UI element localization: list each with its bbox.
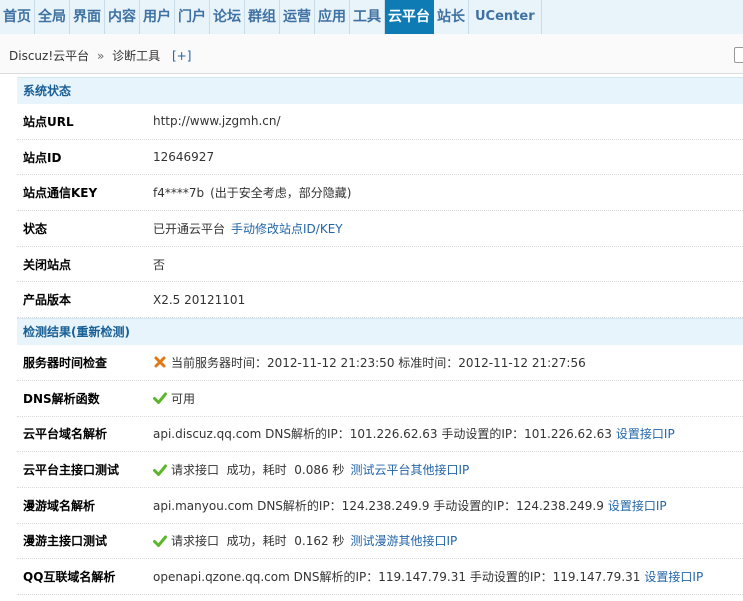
test-manyou-other-ip-link[interactable]: 测试漫游其他接口IP	[350, 532, 457, 549]
product-version-value: X2.5 20121101	[153, 292, 246, 307]
row-label: 关闭站点	[23, 257, 72, 272]
nav-webmaster[interactable]: 站长	[434, 0, 469, 34]
edit-site-id-key-link[interactable]: 手动修改站点ID/KEY	[231, 220, 343, 237]
row-label: 站点ID	[23, 150, 62, 165]
row-label: 云平台主接口测试	[23, 463, 120, 478]
site-url-value: http://www.jzgmh.cn/	[153, 114, 281, 129]
row-label: 漫游主接口测试	[23, 534, 108, 549]
nav-home[interactable]: 首页	[0, 0, 35, 34]
row-label: 云平台域名解析	[23, 427, 108, 442]
breadcrumb-root[interactable]: Discuz!云平台	[9, 49, 89, 63]
row-label: 站点通信KEY	[23, 186, 98, 201]
add-shortcut-button[interactable]: [+]	[172, 49, 191, 63]
site-closed-value: 否	[153, 257, 166, 272]
nav-global[interactable]: 全局	[35, 0, 70, 34]
breadcrumb-bar: Discuz!云平台 » 诊断工具 [+]	[0, 34, 743, 74]
set-manyou-api-ip-link[interactable]: 设置接口IP	[608, 497, 667, 514]
row-label: DNS解析函数	[23, 391, 100, 406]
dns-function-value: 可用	[171, 391, 196, 406]
status-value: 已开通云平台	[153, 221, 226, 236]
nav-apps[interactable]: 应用	[315, 0, 350, 34]
row-status: 状态 已开通云平台 手动修改站点ID/KEY	[17, 211, 743, 247]
row-server-time: 服务器时间检查 当前服务器时间：2012-11-12 21:23:50 标准时间…	[17, 345, 743, 381]
row-label: 产品版本	[23, 293, 72, 308]
nav-users[interactable]: 用户	[140, 0, 175, 34]
row-label: 站点URL	[23, 114, 74, 129]
row-site-id: 站点ID 12646927	[17, 140, 743, 176]
row-site-closed: 关闭站点 否	[17, 247, 743, 283]
site-key-value: f4****7b	[153, 185, 205, 200]
server-time-value: 当前服务器时间：2012-11-12 21:23:50 标准时间：2012-11…	[171, 355, 586, 370]
row-label: QQ互联域名解析	[23, 570, 116, 585]
nav-interface[interactable]: 界面	[70, 0, 105, 34]
nav-portal[interactable]: 门户	[175, 0, 210, 34]
section-header-check-results[interactable]: 检测结果(重新检测)	[17, 318, 743, 346]
row-product-version: 产品版本 X2.5 20121101	[17, 282, 743, 319]
row-dns-function: DNS解析函数 可用	[17, 381, 743, 417]
row-manyou-dns: 漫游域名解析 api.manyou.com DNS解析的IP：124.238.2…	[17, 488, 743, 524]
breadcrumb-separator: »	[96, 49, 105, 63]
set-cloud-api-ip-link[interactable]: 设置接口IP	[616, 425, 675, 442]
scrollbar-handle[interactable]	[734, 47, 743, 63]
nav-operations[interactable]: 运营	[280, 0, 315, 34]
row-site-url: 站点URL http://www.jzgmh.cn/	[17, 104, 743, 140]
nav-tools[interactable]: 工具	[350, 0, 385, 34]
site-key-note: (出于安全考虑，部分隐藏)	[210, 186, 352, 201]
row-site-key: 站点通信KEY f4****7b (出于安全考虑，部分隐藏)	[17, 175, 743, 212]
nav-groups[interactable]: 群组	[245, 0, 280, 34]
check-icon	[153, 464, 167, 476]
check-icon	[153, 535, 167, 547]
row-label: 漫游域名解析	[23, 498, 96, 513]
row-label: 服务器时间检查	[23, 355, 108, 370]
nav-content[interactable]: 内容	[105, 0, 140, 34]
row-manyou-api-test: 漫游主接口测试 请求接口 成功，耗时 0.162 秒 测试漫游其他接口IP	[17, 524, 743, 560]
cross-icon	[154, 356, 166, 368]
manyou-dns-value: api.manyou.com DNS解析的IP：124.238.249.9 手动…	[153, 498, 604, 513]
nav-cloud-platform[interactable]: 云平台	[385, 0, 434, 34]
cloud-api-test-value: 请求接口 成功，耗时 0.086 秒	[171, 463, 345, 478]
breadcrumb: Discuz!云平台 » 诊断工具 [+]	[9, 47, 191, 64]
row-qq-connect-dns: QQ互联域名解析 openapi.qzone.qq.com DNS解析的IP：1…	[17, 559, 743, 595]
nav-ucenter[interactable]: UCenter	[469, 0, 542, 34]
breadcrumb-current: 诊断工具	[112, 49, 161, 63]
diagnostics-panel: 系统状态 站点URL http://www.jzgmh.cn/ 站点ID 126…	[17, 77, 743, 595]
row-label: 状态	[23, 221, 48, 236]
manyou-api-test-value: 请求接口 成功，耗时 0.162 秒	[171, 534, 345, 549]
nav-forum[interactable]: 论坛	[210, 0, 245, 34]
set-qq-api-ip-link[interactable]: 设置接口IP	[644, 568, 703, 585]
site-id-value: 12646927	[153, 150, 215, 165]
row-cloud-api-test: 云平台主接口测试 请求接口 成功，耗时 0.086 秒 测试云平台其他接口IP	[17, 452, 743, 488]
qq-connect-dns-value: openapi.qzone.qq.com DNS解析的IP：119.147.79…	[153, 570, 641, 585]
test-cloud-other-ip-link[interactable]: 测试云平台其他接口IP	[350, 461, 469, 478]
row-cloud-dns: 云平台域名解析 api.discuz.qq.com DNS解析的IP：101.2…	[17, 417, 743, 453]
check-icon	[153, 392, 167, 405]
cloud-dns-value: api.discuz.qq.com DNS解析的IP：101.226.62.63…	[153, 427, 612, 442]
section-header-system-status: 系统状态	[17, 77, 743, 104]
top-navigation: 首页 全局 界面 内容 用户 门户 论坛 群组 运营 应用 工具 云平台 站长 …	[0, 0, 743, 35]
